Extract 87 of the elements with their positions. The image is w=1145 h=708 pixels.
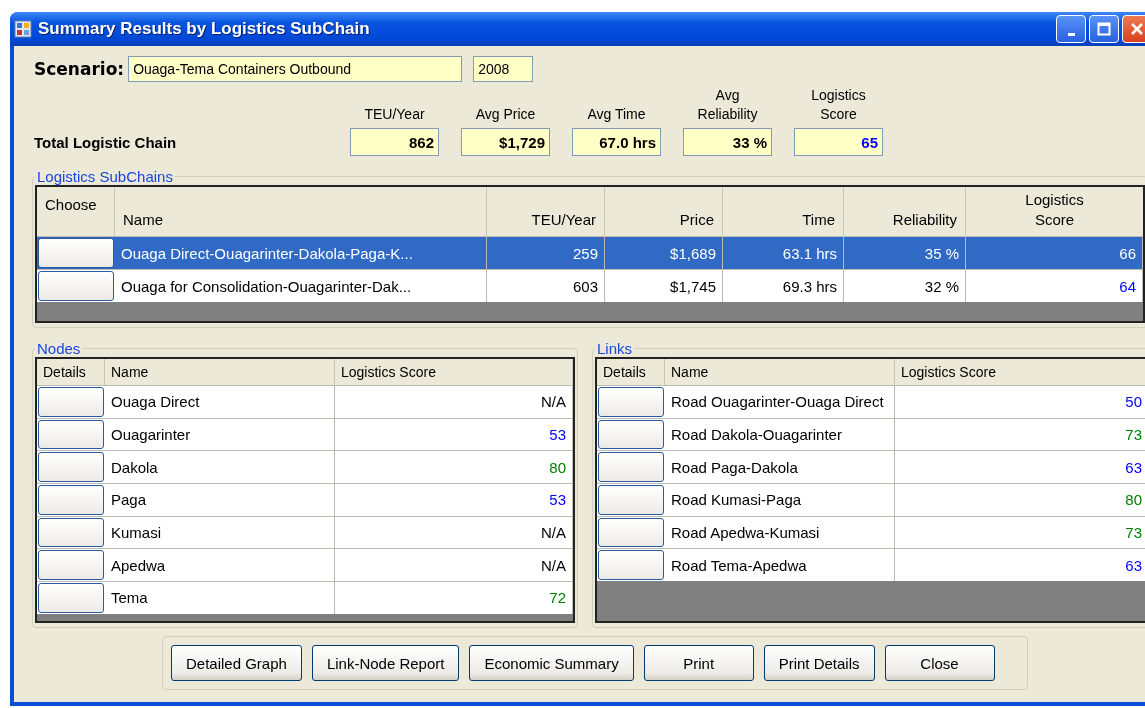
table-cell: N/A xyxy=(541,556,566,574)
choose-button[interactable] xyxy=(38,271,114,301)
total-value-field: 65 xyxy=(794,128,883,156)
details-button[interactable] xyxy=(598,550,664,581)
total-heading: Avg Price xyxy=(474,105,537,124)
table-cell: Ouaga for Consolidation-Ouagarinter-Dak... xyxy=(121,277,412,295)
total-value-field: 862 xyxy=(350,128,439,156)
app-icon xyxy=(14,20,32,38)
table-cell: 53 xyxy=(549,426,566,444)
table-cell: Dakola xyxy=(111,458,158,476)
subchain-row[interactable]: Ouaga Direct-Ouagarinter-Dakola-Paga-K... 259 $1,689 63.1 hrs 35 % 66 xyxy=(37,236,1143,269)
scenario-label: Scenario: xyxy=(34,59,125,79)
action-button[interactable]: Close xyxy=(884,645,995,681)
group-title: Links xyxy=(596,340,634,357)
table-cell: Road Paga-Dakola xyxy=(671,458,798,476)
close-button[interactable] xyxy=(1122,15,1145,43)
details-button[interactable] xyxy=(38,485,104,515)
scenario-field[interactable]: Ouaga-Tema Containers Outbound xyxy=(128,56,463,82)
minimize-button[interactable] xyxy=(1056,15,1086,43)
close-icon xyxy=(1130,22,1144,36)
choose-button[interactable] xyxy=(38,238,114,268)
total-value-field: 67.0 hrs xyxy=(572,128,661,156)
table-cell: Kumasi xyxy=(111,524,162,542)
minimize-icon xyxy=(1067,32,1075,36)
details-button[interactable] xyxy=(598,387,664,417)
table-cell: 63 xyxy=(1125,458,1142,476)
total-heading: Avg Time xyxy=(586,105,647,124)
details-button[interactable] xyxy=(38,517,104,548)
details-button[interactable] xyxy=(38,419,104,450)
year-field[interactable]: 2008 xyxy=(473,56,534,82)
table-cell: 35 % xyxy=(924,244,959,262)
group-title: Nodes xyxy=(36,340,82,357)
table-cell: 259 xyxy=(572,244,598,262)
total-heading: Avg Reliability xyxy=(696,86,759,124)
group-title: Logistics SubChains xyxy=(36,168,174,185)
details-button[interactable] xyxy=(38,550,104,581)
table-cell: Ouaga Direct xyxy=(111,393,200,411)
total-value-field: $1,729 xyxy=(461,128,550,156)
table-cell: Road Tema-Apedwa xyxy=(671,556,807,574)
table-cell: 80 xyxy=(1125,491,1142,509)
maximize-button[interactable] xyxy=(1089,15,1119,43)
table-cell: Ouaga Direct-Ouagarinter-Dakola-Paga-K... xyxy=(121,244,413,262)
total-heading: TEU/Year xyxy=(363,105,426,124)
details-button[interactable] xyxy=(38,583,104,613)
table-cell: Road Kumasi-Paga xyxy=(671,491,802,509)
action-button[interactable]: Detailed Graph xyxy=(171,645,302,681)
details-button[interactable] xyxy=(598,517,664,548)
table-cell: 50 xyxy=(1125,393,1142,411)
table-cell: Apedwa xyxy=(111,556,166,574)
action-button[interactable]: Print xyxy=(643,645,754,681)
table-cell: 80 xyxy=(549,458,566,476)
table-cell: 53 xyxy=(549,491,566,509)
table-cell: Paga xyxy=(111,491,147,509)
table-cell: 72 xyxy=(549,589,566,607)
details-button[interactable] xyxy=(598,419,664,450)
total-heading: Logistics Score xyxy=(810,86,867,124)
table-cell: 69.3 hrs xyxy=(782,277,837,295)
table-cell: Ouagarinter xyxy=(111,426,191,444)
maximize-icon xyxy=(1097,22,1111,36)
details-button[interactable] xyxy=(598,485,664,515)
subchain-row[interactable]: Ouaga for Consolidation-Ouagarinter-Dak... 603 $1,745 69.3 hrs 32 % 64 xyxy=(37,269,1143,302)
total-label: Total Logistic Chain xyxy=(34,133,178,151)
table-cell: Road Apedwa-Kumasi xyxy=(671,524,820,542)
table-cell: Road Dakola-Ouagarinter xyxy=(671,426,842,444)
table-cell: 603 xyxy=(572,277,598,295)
table-cell: 73 xyxy=(1125,426,1142,444)
table-cell: Tema xyxy=(111,589,148,607)
action-button[interactable]: Economic Summary xyxy=(469,645,634,681)
action-button[interactable]: Print Details xyxy=(763,645,875,681)
table-cell: 32 % xyxy=(924,277,959,295)
details-button[interactable] xyxy=(38,387,104,417)
window-title: Summary Results by Logistics SubChain xyxy=(38,19,371,39)
total-value-field: 33 % xyxy=(683,128,772,156)
table-cell: $1,689 xyxy=(670,244,716,262)
details-button[interactable] xyxy=(598,452,664,483)
table-cell: 63.1 hrs xyxy=(782,244,837,262)
column-header[interactable]: Logistics Score xyxy=(1004,187,1105,236)
action-button[interactable]: Link-Node Report xyxy=(311,645,460,681)
table-cell: N/A xyxy=(541,524,566,542)
table-cell: 64 xyxy=(1119,277,1136,295)
table-cell: $1,745 xyxy=(670,277,716,295)
table-cell: Road Ouagarinter-Ouaga Direct xyxy=(671,393,884,411)
table-cell: N/A xyxy=(541,393,566,411)
table-cell: 63 xyxy=(1125,556,1142,574)
details-button[interactable] xyxy=(38,452,104,483)
table-cell: 66 xyxy=(1119,244,1136,262)
table-cell: 73 xyxy=(1125,524,1142,542)
